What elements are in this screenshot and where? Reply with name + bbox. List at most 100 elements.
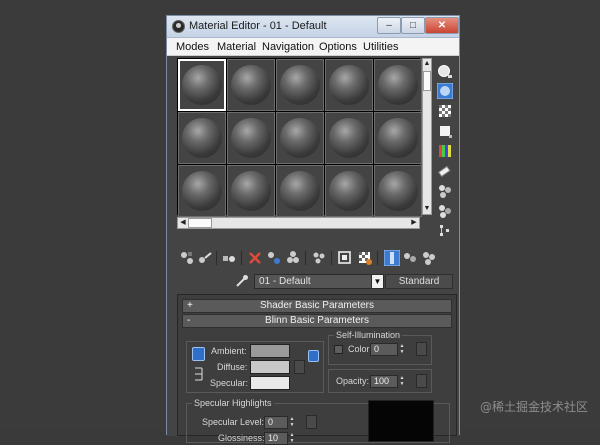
material-name-dropdown-icon[interactable]: ▼ [371, 274, 384, 289]
app-icon[interactable] [172, 20, 185, 33]
slot-vertical-scrollbar[interactable]: ▲ ▼ [422, 58, 432, 215]
show-end-result-icon[interactable] [357, 250, 373, 266]
highlight-curve-preview [368, 400, 434, 442]
pick-material-from-object-icon[interactable] [235, 274, 249, 288]
material-sphere-preview [182, 65, 222, 105]
sample-type-icon[interactable] [437, 64, 453, 80]
material-sample-slot[interactable] [276, 59, 324, 111]
material-map-navigator-icon[interactable] [437, 223, 453, 239]
specular-level-spinner[interactable]: ▲▼ [289, 416, 295, 429]
toolbar-separator [305, 251, 306, 265]
material-sample-slot[interactable] [374, 59, 422, 111]
self-illumination-value-field[interactable]: 0 [370, 343, 398, 356]
self-illumination-spinner[interactable]: ▲▼ [399, 343, 405, 356]
video-color-check-icon[interactable] [437, 143, 453, 159]
menu-bar: Modes Material Navigation Options Utilit… [167, 38, 459, 56]
options-icon[interactable] [437, 183, 453, 199]
go-forward-to-sibling-icon[interactable] [402, 250, 418, 266]
material-sample-slot[interactable] [276, 112, 324, 164]
scroll-thumb[interactable] [423, 71, 431, 91]
opacity-field[interactable]: 100 [370, 375, 398, 388]
material-sphere-preview [329, 65, 369, 105]
sample-slot-grid [177, 58, 420, 215]
glossiness-spinner[interactable]: ▲▼ [289, 432, 295, 445]
get-material-icon[interactable] [179, 250, 195, 266]
window-title: Material Editor - 01 - Default [189, 20, 327, 32]
ambient-color-swatch[interactable] [250, 344, 290, 358]
material-sample-slot[interactable] [178, 165, 226, 217]
material-name-row: 01 - Default ▼ Standard [177, 273, 457, 291]
material-sample-slot[interactable] [325, 59, 373, 111]
toolbar-separator [377, 251, 378, 265]
material-name-field[interactable]: 01 - Default [254, 274, 372, 289]
material-sample-slot[interactable] [276, 165, 324, 217]
shader-basic-parameters-rollout[interactable]: + Shader Basic Parameters [182, 299, 452, 313]
toolbar-separator [331, 251, 332, 265]
material-sample-slot[interactable] [178, 112, 226, 164]
self-illumination-map-button[interactable] [416, 342, 427, 356]
put-to-library-icon[interactable] [285, 250, 301, 266]
scroll-down-arrow-icon[interactable]: ▼ [423, 204, 431, 214]
lock-ambient-diffuse-button[interactable] [192, 347, 205, 361]
material-sphere-preview [280, 118, 320, 158]
minimize-button[interactable]: – [377, 17, 401, 34]
specular-level-map-button[interactable] [306, 415, 317, 429]
opacity-map-button[interactable] [416, 374, 427, 388]
menu-material[interactable]: Material [217, 41, 256, 53]
backlight-icon[interactable] [437, 83, 453, 99]
glossiness-field[interactable]: 10 [264, 432, 288, 445]
make-preview-icon[interactable] [437, 163, 453, 179]
material-sample-slot[interactable] [227, 112, 275, 164]
specular-label: Specular: [210, 378, 248, 388]
material-sample-slot[interactable] [227, 165, 275, 217]
diffuse-color-swatch[interactable] [250, 360, 290, 374]
scroll-right-arrow-icon[interactable]: ▶ [409, 218, 419, 228]
material-sphere-preview [231, 171, 271, 211]
material-sphere-preview [378, 171, 418, 211]
lock-diffuse-map-button[interactable] [308, 350, 319, 362]
material-sample-slot[interactable] [325, 112, 373, 164]
menu-modes[interactable]: Modes [176, 41, 209, 53]
material-id-channel-icon[interactable] [311, 250, 327, 266]
title-bar[interactable]: Material Editor - 01 - Default – □ ✕ [167, 16, 459, 38]
show-shaded-in-viewport-icon[interactable] [337, 250, 353, 266]
material-sphere-preview [329, 118, 369, 158]
opacity-spinner[interactable]: ▲▼ [399, 375, 405, 388]
material-sphere-preview [231, 118, 271, 158]
scroll-up-arrow-icon[interactable]: ▲ [423, 59, 431, 69]
material-sample-slot[interactable] [374, 112, 422, 164]
put-to-scene-icon[interactable] [197, 250, 213, 266]
material-sphere-preview [231, 65, 271, 105]
material-sample-slot[interactable] [227, 59, 275, 111]
close-button[interactable]: ✕ [425, 17, 459, 34]
make-unique-icon[interactable] [266, 250, 282, 266]
scroll-left-arrow-icon[interactable]: ◀ [178, 218, 188, 228]
material-sample-slot[interactable] [178, 59, 226, 111]
diffuse-map-button[interactable] [294, 360, 305, 374]
specular-color-swatch[interactable] [250, 376, 290, 390]
material-sphere-preview [182, 118, 222, 158]
assign-to-selection-icon[interactable] [221, 250, 237, 266]
menu-navigation[interactable]: Navigation [262, 41, 314, 53]
sample-uv-tiling-icon[interactable] [437, 123, 453, 139]
material-sample-slot[interactable] [374, 165, 422, 217]
material-sample-slot[interactable] [325, 165, 373, 217]
blinn-basic-parameters-rollout[interactable]: - Blinn Basic Parameters [182, 314, 452, 328]
maximize-button[interactable]: □ [401, 17, 425, 34]
background-checker-icon[interactable] [437, 103, 453, 119]
material-type-button[interactable]: Standard [385, 274, 453, 289]
material-map-options-icon[interactable] [421, 250, 437, 266]
scroll-thumb-horizontal[interactable] [188, 218, 212, 228]
rollout-title: Blinn Basic Parameters [265, 315, 369, 326]
parameters-panel: + Shader Basic Parameters - Blinn Basic … [177, 294, 457, 436]
rollout-expand-icon: + [187, 300, 193, 312]
specular-level-field[interactable]: 0 [264, 416, 288, 429]
self-illumination-color-checkbox[interactable] [334, 345, 343, 354]
menu-utilities[interactable]: Utilities [363, 41, 398, 53]
go-to-parent-icon[interactable] [384, 250, 400, 266]
select-by-material-icon[interactable] [437, 203, 453, 219]
reset-map-icon[interactable] [247, 250, 263, 266]
menu-options[interactable]: Options [319, 41, 357, 53]
material-sphere-preview [182, 171, 222, 211]
slot-horizontal-scrollbar[interactable]: ◀ ▶ [177, 217, 420, 229]
